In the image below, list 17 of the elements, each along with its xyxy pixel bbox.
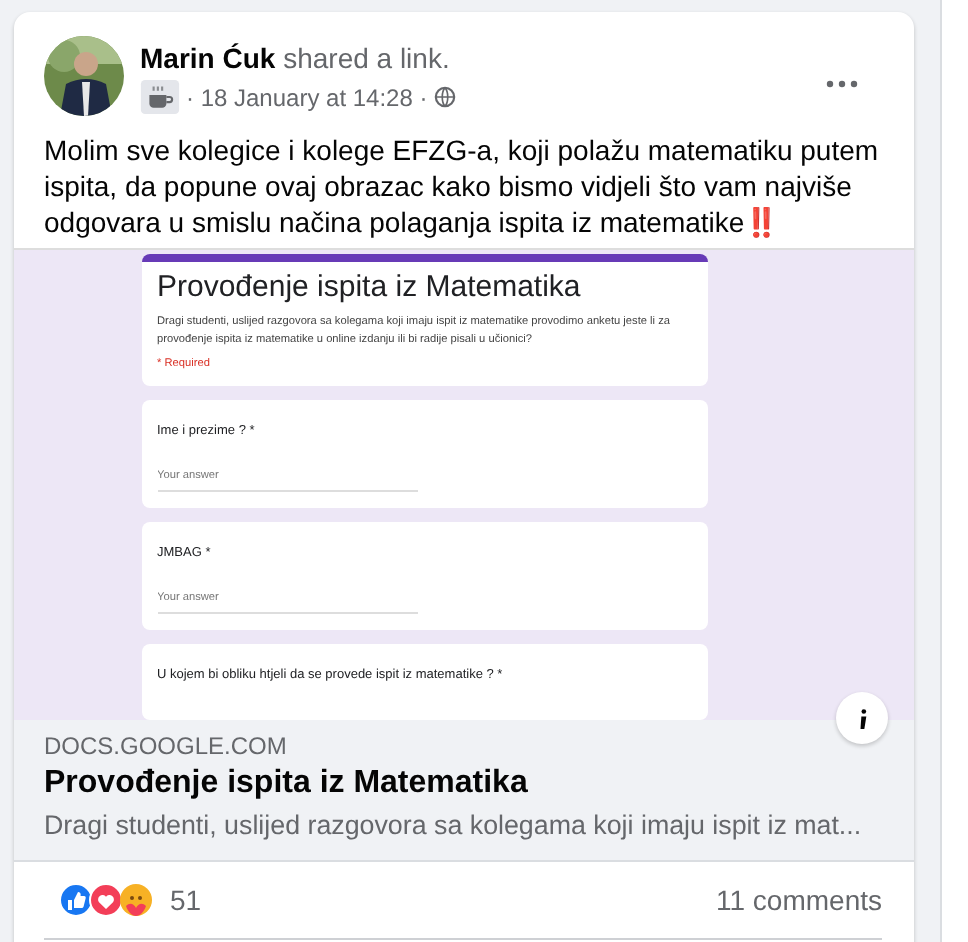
link-domain: DOCS.GOOGLE.COM (44, 732, 289, 760)
comment-count[interactable]: 11 comments (716, 884, 882, 916)
author-name[interactable]: Marin Ćuk (140, 42, 276, 74)
reaction-count[interactable]: 51 (170, 884, 716, 916)
more-options-icon[interactable] (826, 80, 858, 88)
info-button[interactable] (836, 692, 888, 744)
link-title[interactable]: Provođenje ispita iz Matematika (44, 766, 882, 802)
post-action: shared a link. (283, 42, 450, 74)
globe-icon (433, 86, 456, 108)
coffee-cup-icon (140, 80, 180, 114)
form-title: Provođenje ispita iz Matematika (157, 270, 583, 304)
link-description: Dragi studenti, uslijed razgovora sa kolegama koji imaju ispit iz mat... (44, 808, 862, 842)
info-icon (857, 707, 867, 729)
link-preview-image[interactable] (14, 248, 914, 720)
post-date[interactable]: · 18 January at 14:28 · (186, 83, 428, 111)
reaction-icons[interactable] (58, 882, 158, 918)
post-text: Molim sve kolegice i kolege EFZG-a, koji polažu matematiku putem ispita, da popune ovaj obrazac kako bismo vidjeli što vam najviše odgovara u smislu načina polaganja ispita iz matematike‼ (44, 132, 881, 240)
